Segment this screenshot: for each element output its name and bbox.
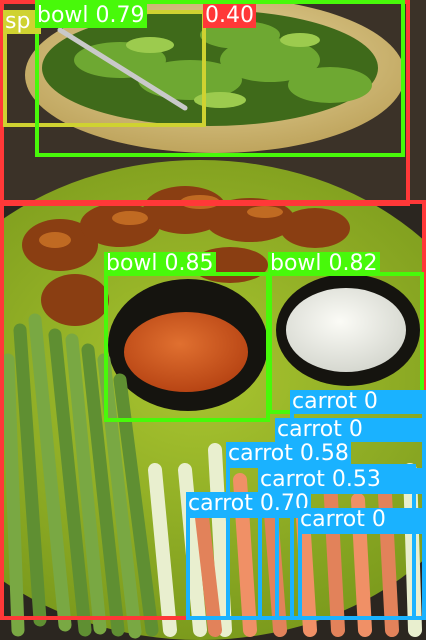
- detection-visualization: 0.40 sp bowl 0.79 bowl 0.85 bowl 0.82 ca…: [0, 0, 426, 640]
- detection-label: carrot 0.53: [258, 468, 426, 492]
- hot-sauce-bowl-box: [104, 272, 270, 422]
- detection-label: carrot 0.70: [186, 492, 311, 516]
- detection-label: bowl 0.85: [104, 252, 216, 276]
- detection-label: carrot 0: [298, 508, 426, 532]
- detection-label: carrot 0: [275, 418, 426, 442]
- carrot-box: [298, 530, 426, 620]
- detection-label: bowl 0.82: [268, 252, 380, 276]
- detection-label: carrot 0.58: [226, 442, 351, 466]
- detection-label: bowl 0.79: [35, 4, 147, 28]
- detection-label: 0.40: [203, 4, 256, 28]
- detection-label: carrot 0: [290, 390, 426, 414]
